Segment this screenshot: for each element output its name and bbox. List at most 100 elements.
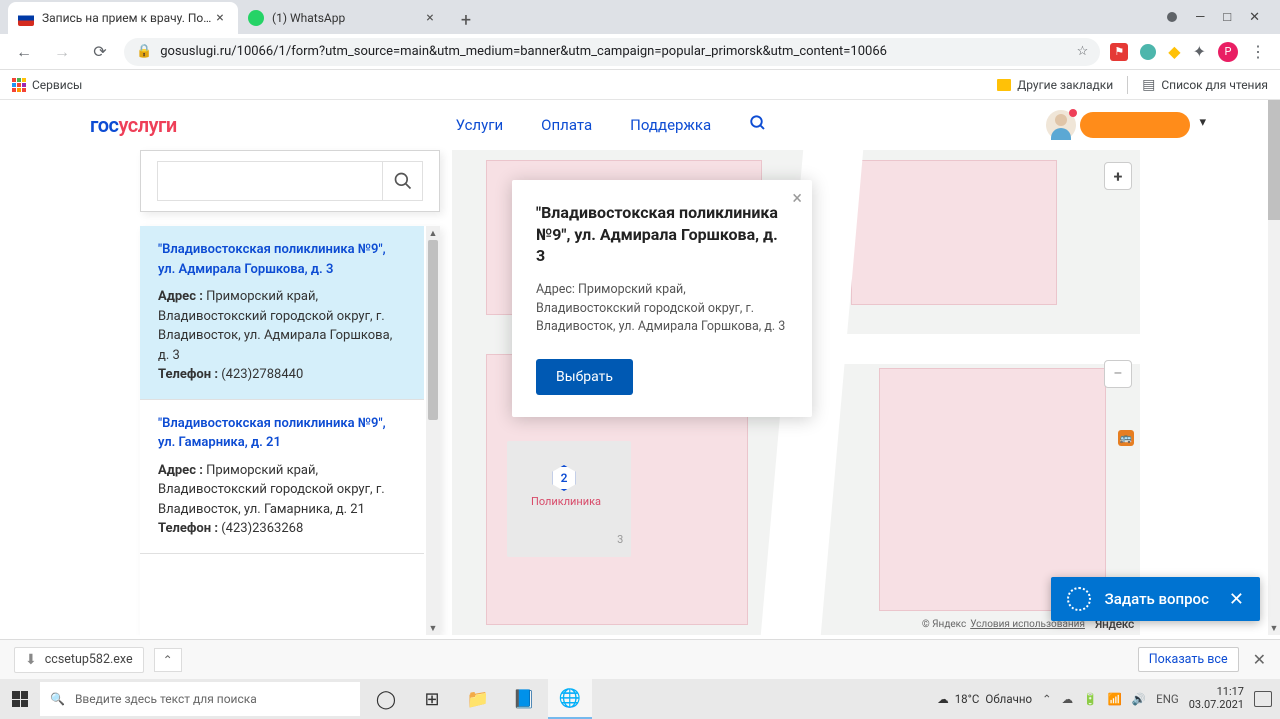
reload-icon[interactable]: ⟳	[86, 38, 114, 66]
new-tab-button[interactable]: +	[452, 6, 480, 34]
ask-label: Задать вопрос	[1105, 590, 1209, 608]
user-menu[interactable]	[1046, 110, 1190, 140]
bookmark-reading-list[interactable]: ▤ Список для чтения	[1142, 77, 1268, 93]
scroll-down-icon[interactable]: ▼	[426, 621, 440, 635]
minimize-icon[interactable]: —	[1195, 10, 1205, 25]
account-icon[interactable]	[1167, 12, 1177, 22]
site-logo[interactable]: госуслуги	[90, 113, 177, 137]
page-scrollbar[interactable]: ▼	[1268, 100, 1280, 635]
clinic-search-input[interactable]	[157, 161, 383, 201]
profile-avatar-icon[interactable]: P	[1218, 42, 1238, 62]
folder-icon	[997, 79, 1011, 91]
maximize-icon[interactable]: □	[1223, 9, 1231, 25]
map-marker[interactable]: 2 Поликлиника	[551, 465, 581, 499]
map-zoom-controls: + –	[1104, 162, 1132, 388]
menu-icon[interactable]: ⋮	[1250, 42, 1266, 61]
download-bar-close-icon[interactable]: ✕	[1253, 650, 1266, 669]
cortana-icon[interactable]: ⊞	[410, 679, 454, 719]
popup-title: "Владивостокская поликлиника №9", ул. Ад…	[536, 202, 788, 267]
star-icon[interactable]: ☆	[1077, 44, 1089, 59]
language-indicator[interactable]: ENG	[1156, 692, 1179, 706]
windows-logo-icon	[12, 691, 28, 707]
download-item[interactable]: ⬇ ccsetup582.exe	[14, 647, 144, 673]
download-menu-icon[interactable]: ⌃	[154, 648, 182, 672]
url-input[interactable]: 🔒 gosuslugi.ru/10066/1/form?utm_source=m…	[124, 38, 1100, 66]
browser-tab-bar: Запись на прием к врачу. Порта × (1) Wha…	[0, 0, 1280, 34]
close-window-icon[interactable]: ✕	[1249, 10, 1260, 25]
header-search-icon[interactable]	[749, 114, 767, 136]
extension-icon[interactable]	[1140, 44, 1156, 60]
map-panel[interactable]: 3 2 Поликлиника × "Владивостокская полик…	[452, 150, 1140, 635]
page-scroll-thumb[interactable]	[1268, 100, 1280, 220]
scroll-down-icon[interactable]: ▼	[1268, 621, 1280, 635]
zoom-out-button[interactable]: –	[1104, 360, 1132, 388]
page-content: госуслуги Услуги Оплата Поддержка	[0, 100, 1280, 635]
tray-chevron-icon[interactable]: ⌃	[1042, 692, 1052, 706]
extensions-puzzle-icon[interactable]: ✦	[1193, 42, 1206, 61]
battery-icon[interactable]: 🔋	[1083, 692, 1097, 706]
marker-badge: 2	[551, 465, 577, 491]
favicon-whatsapp	[248, 10, 264, 26]
nav-payment[interactable]: Оплата	[541, 116, 592, 134]
extension-icon[interactable]: ◆	[1168, 42, 1180, 61]
list-icon: ▤	[1142, 77, 1155, 93]
chrome-icon[interactable]: 🌐	[548, 679, 592, 719]
tab-close-icon[interactable]: ×	[422, 10, 438, 26]
browser-tab-active[interactable]: Запись на прием к врачу. Порта ×	[8, 2, 238, 34]
bookmark-other[interactable]: Другие закладки	[997, 78, 1113, 92]
taskbar-search[interactable]: 🔍 Введите здесь текст для поиска	[40, 682, 360, 716]
map-popup: × "Владивостокская поликлиника №9", ул. …	[512, 180, 812, 417]
popup-close-icon[interactable]: ×	[792, 188, 802, 209]
download-filename: ccsetup582.exe	[45, 652, 133, 667]
file-icon: ⬇	[25, 652, 37, 668]
chat-face-icon	[1067, 587, 1091, 611]
taskbar-clock[interactable]: 11:17 03.07.2021	[1189, 686, 1244, 711]
forward-icon[interactable]: →	[48, 38, 76, 66]
explorer-icon[interactable]: 📁	[456, 679, 500, 719]
clinic-title: "Владивостокская поликлиника №9", ул. Ад…	[158, 240, 406, 279]
taskview-icon[interactable]: ◯	[364, 679, 408, 719]
cloud-icon: ☁	[937, 692, 949, 706]
onedrive-icon[interactable]: ☁	[1062, 692, 1074, 706]
zoom-in-button[interactable]: +	[1104, 162, 1132, 190]
show-all-downloads[interactable]: Показать все	[1138, 647, 1239, 672]
weather-widget[interactable]: ☁ 18°C Облачно	[937, 692, 1032, 706]
tab-title: (1) WhatsApp	[272, 11, 422, 25]
bookmark-apps[interactable]: Сервисы	[12, 78, 82, 92]
left-panel: "Владивостокская поликлиника №9", ул. Ад…	[140, 150, 440, 635]
nav-services[interactable]: Услуги	[456, 116, 504, 134]
start-button[interactable]	[0, 679, 40, 719]
search-button[interactable]	[383, 161, 423, 201]
apps-grid-icon	[12, 78, 26, 92]
select-button[interactable]: Выбрать	[536, 359, 633, 395]
extension-icons: ⚑ ◆ ✦ P ⋮	[1110, 42, 1270, 62]
search-icon: 🔍	[50, 692, 65, 706]
extension-flash-icon[interactable]: ⚑	[1110, 43, 1128, 61]
back-icon[interactable]: ←	[10, 38, 38, 66]
widget-close-icon[interactable]: ✕	[1229, 589, 1244, 610]
nav-support[interactable]: Поддержка	[630, 116, 711, 134]
clinic-card[interactable]: "Владивостокская поликлиника №9", ул. Га…	[140, 400, 424, 554]
ask-question-widget[interactable]: Задать вопрос ✕	[1051, 577, 1260, 621]
bookmark-bar: Сервисы Другие закладки ▤ Список для чте…	[0, 70, 1280, 100]
user-name-pill	[1080, 112, 1190, 138]
tab-close-icon[interactable]: ×	[212, 10, 228, 26]
scroll-thumb[interactable]	[428, 240, 438, 420]
url-text: gosuslugi.ru/10066/1/form?utm_source=mai…	[160, 44, 1068, 59]
clinic-list: "Владивостокская поликлиника №9", ул. Ад…	[140, 226, 440, 635]
volume-icon[interactable]: 🔊	[1132, 692, 1146, 706]
popup-address: Адрес: Приморский край, Владивостокский …	[536, 281, 788, 337]
app-icon[interactable]: 📘	[502, 679, 546, 719]
scroll-up-icon[interactable]: ▲	[426, 226, 440, 240]
browser-tab-inactive[interactable]: (1) WhatsApp ×	[238, 2, 448, 34]
bus-stop-icon[interactable]: 🚌	[1118, 430, 1134, 446]
system-tray[interactable]: ⌃ ☁ 🔋 📶 🔊 ENG	[1042, 692, 1179, 706]
taskbar-search-placeholder: Введите здесь текст для поиска	[75, 692, 257, 706]
list-scrollbar[interactable]: ▲ ▼	[426, 226, 440, 635]
clinic-card-selected[interactable]: "Владивостокская поликлиника №9", ул. Ад…	[140, 226, 424, 400]
wifi-icon[interactable]: 📶	[1108, 692, 1122, 706]
download-bar: ⬇ ccsetup582.exe ⌃ Показать все ✕	[0, 639, 1280, 679]
notifications-icon[interactable]	[1254, 691, 1272, 707]
windows-taskbar: 🔍 Введите здесь текст для поиска ◯ ⊞ 📁 📘…	[0, 679, 1280, 719]
address-bar: ← → ⟳ 🔒 gosuslugi.ru/10066/1/form?utm_so…	[0, 34, 1280, 70]
